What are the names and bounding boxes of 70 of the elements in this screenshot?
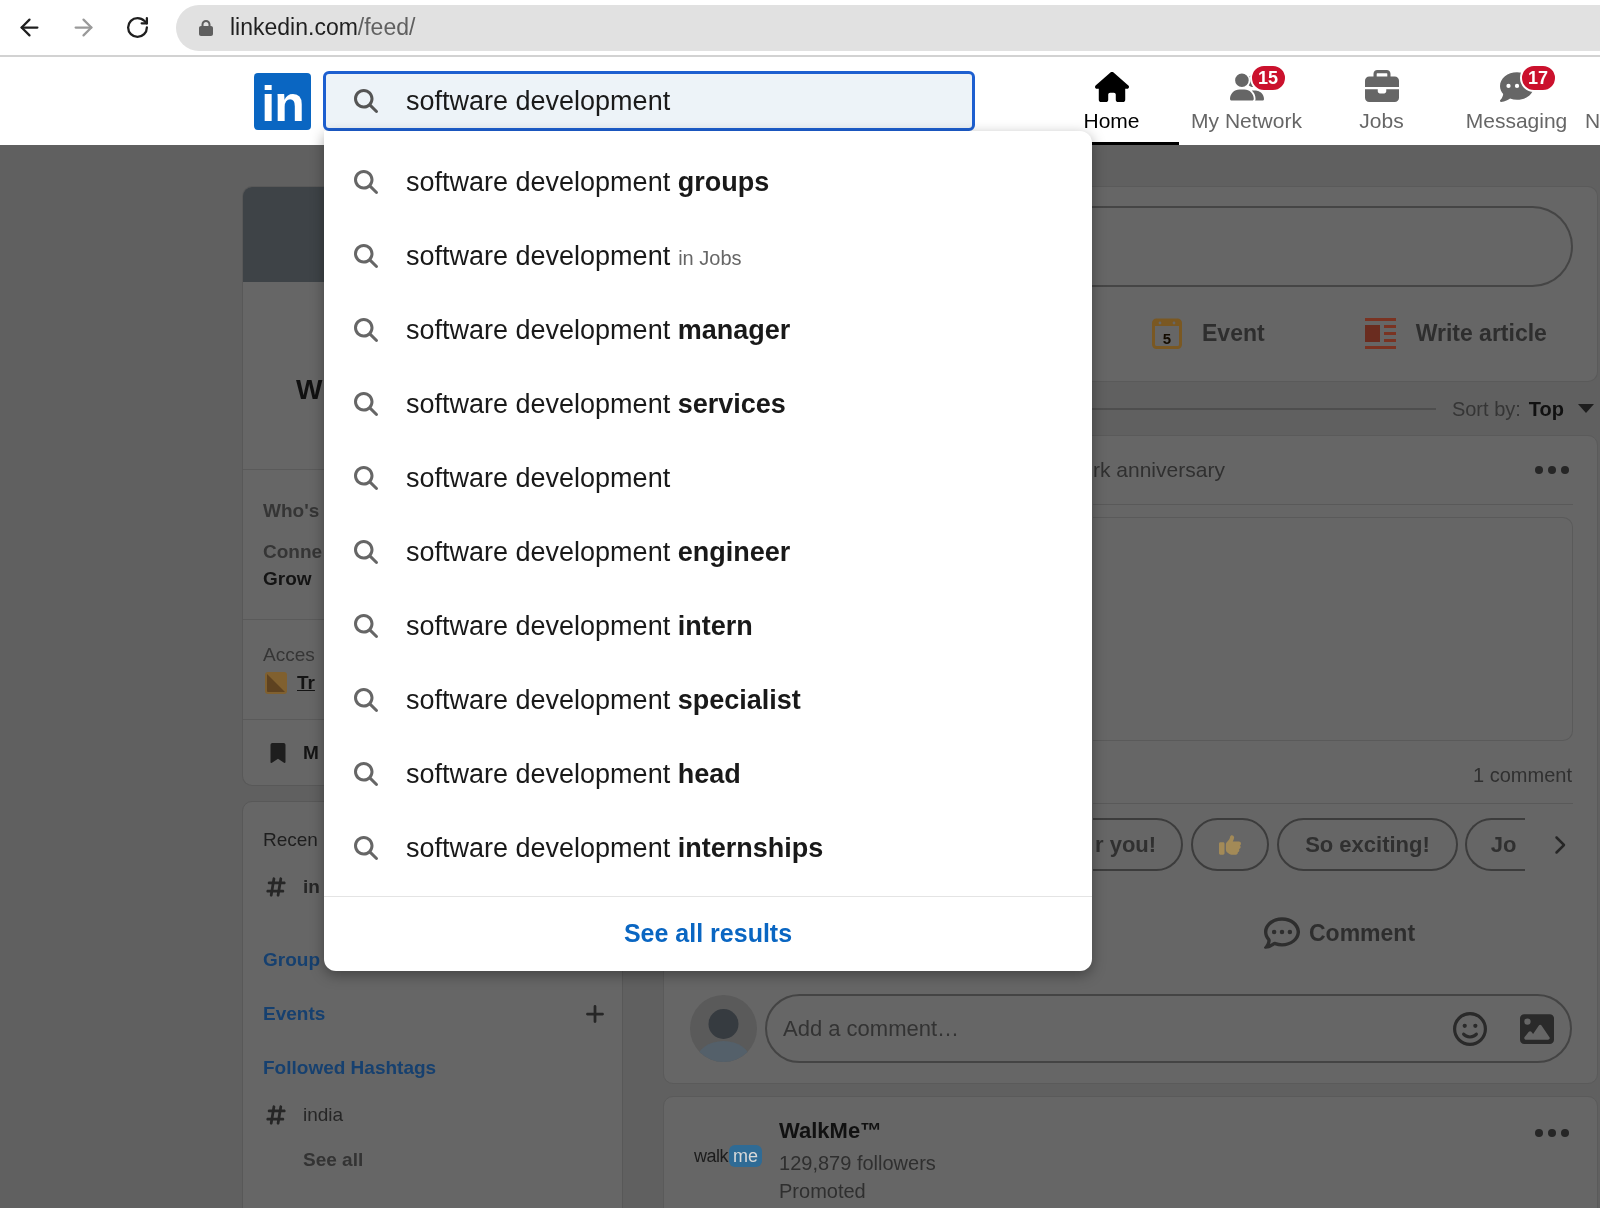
search-suggestion[interactable]: software development manager xyxy=(324,293,1092,367)
quick-reply-button[interactable] xyxy=(1191,818,1270,871)
search-icon xyxy=(354,466,378,490)
nav-tab[interactable]: Home xyxy=(1044,57,1179,145)
thumbs-up-icon xyxy=(1219,833,1242,856)
bookmark-icon xyxy=(268,742,288,763)
write-article-button[interactable]: Write article xyxy=(1364,315,1547,351)
search-icon xyxy=(354,318,378,342)
more-options-icon[interactable] xyxy=(1535,1129,1569,1137)
sidebar-heading: Recen xyxy=(263,828,318,852)
search-icon xyxy=(354,540,378,564)
search-suggestion[interactable]: software development services xyxy=(324,367,1092,441)
more-options-icon[interactable] xyxy=(1535,466,1569,474)
nav-tab[interactable]: Jobs xyxy=(1314,57,1449,145)
speech-bubble-icon xyxy=(1264,915,1300,951)
notification-count: 15 xyxy=(1249,64,1287,92)
search-icon xyxy=(354,170,378,194)
caret-icon xyxy=(1578,404,1594,413)
followed-hashtags-link[interactable]: Followed Hashtags xyxy=(263,1056,437,1080)
house-icon xyxy=(1094,70,1129,104)
search-suggestion[interactable]: software development in Jobs xyxy=(324,219,1092,293)
search-icon xyxy=(354,836,378,860)
briefcase-icon xyxy=(1364,70,1399,104)
plus-icon[interactable] xyxy=(584,1003,606,1025)
notification-count: 17 xyxy=(1519,64,1557,92)
events-link[interactable]: Events xyxy=(263,1002,326,1026)
hashtag-icon xyxy=(265,1104,287,1126)
sidebar-link[interactable]: Tr xyxy=(297,671,315,695)
search-suggestion[interactable]: software development internships xyxy=(324,811,1092,885)
nav-tab[interactable]: 17 Messaging xyxy=(1449,57,1584,145)
profile-name[interactable]: W xyxy=(296,374,323,405)
search-icon xyxy=(354,762,378,786)
search-icon xyxy=(354,688,378,712)
search-suggestion[interactable]: software development groups xyxy=(324,145,1092,219)
logo-bubble: me xyxy=(729,1145,763,1167)
comment-button[interactable]: Comment xyxy=(1264,915,1416,951)
nav-tab[interactable]: N xyxy=(1584,57,1600,145)
follower-count: 129,879 followers xyxy=(779,1151,936,1176)
post-input-field[interactable] xyxy=(1092,206,1573,287)
search-suggestion[interactable]: software development engineer xyxy=(324,515,1092,589)
sidebar-link[interactable]: M xyxy=(303,740,319,765)
tile-icon xyxy=(265,672,287,694)
search-icon xyxy=(354,244,378,268)
search-icon xyxy=(354,89,378,113)
article-icon xyxy=(1364,317,1396,349)
nav-tab[interactable]: 15 My Network xyxy=(1179,57,1314,145)
event-button[interactable]: 5 Event xyxy=(1152,315,1265,351)
search-icon xyxy=(354,614,378,638)
address-bar[interactable]: linkedin.com/feed/ xyxy=(176,4,1600,51)
logo-wordmark: walk xyxy=(694,1146,728,1166)
search-field[interactable]: software development xyxy=(323,71,975,131)
smiley-icon[interactable] xyxy=(1453,1011,1487,1046)
calendar-icon: 5 xyxy=(1152,317,1182,349)
see-all-results-link[interactable]: See all results xyxy=(623,915,793,953)
image-icon[interactable] xyxy=(1520,1011,1554,1046)
company-name[interactable]: WalkMe™ xyxy=(779,1117,936,1145)
lock-icon xyxy=(198,19,214,36)
reload-icon[interactable] xyxy=(125,15,150,40)
recent-hashtag-link[interactable]: in xyxy=(303,875,320,899)
search-suggestion[interactable]: software development specialist xyxy=(324,663,1092,737)
search-suggestion[interactable]: software development head xyxy=(324,737,1092,811)
search-suggestion[interactable]: software development xyxy=(324,441,1092,515)
groups-link[interactable]: Group xyxy=(263,948,320,972)
hashtag-icon xyxy=(265,876,287,898)
search-icon xyxy=(354,392,378,416)
site-logo[interactable]: in xyxy=(254,72,311,130)
hashtag-link[interactable]: india xyxy=(303,1103,344,1127)
search-suggestion[interactable]: software development intern xyxy=(324,589,1092,663)
sidebar-label[interactable]: Grow xyxy=(263,567,312,591)
promoted-label: Promoted xyxy=(779,1179,867,1204)
